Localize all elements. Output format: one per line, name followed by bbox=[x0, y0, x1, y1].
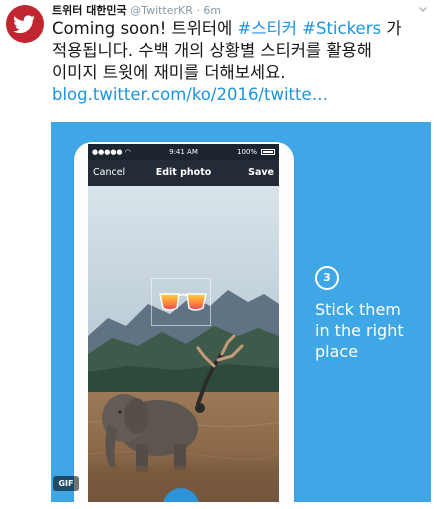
tweet-line-2: 적용됩니다. 수백 개의 상황별 스티커를 활용해 bbox=[52, 41, 372, 60]
phone-status-bar: ●●●●● ◠ 9:41 AM 100% bbox=[88, 144, 279, 160]
tweet-text-segment: Coming soon! 트위터에 bbox=[52, 19, 238, 38]
tweet-link[interactable]: blog.twitter.com/ko/2016/twitte… bbox=[52, 84, 432, 106]
sunglasses-sticker[interactable] bbox=[157, 284, 209, 318]
timestamp[interactable]: 6m bbox=[203, 4, 221, 17]
caption-line-1: Stick them bbox=[315, 300, 401, 319]
avatar[interactable] bbox=[6, 5, 44, 43]
tweet-text-segment: 가 bbox=[381, 19, 402, 38]
tweet-line-1: Coming soon! 트위터에 #스티커 #Stickers 가 bbox=[52, 18, 432, 40]
media-gif[interactable]: ●●●●● ◠ 9:41 AM 100% Cancel Edit photo S… bbox=[51, 122, 431, 502]
separator: · bbox=[196, 4, 200, 17]
phone-screen: ●●●●● ◠ 9:41 AM 100% Cancel Edit photo S… bbox=[88, 144, 279, 502]
step-number-badge: 3 bbox=[315, 266, 339, 290]
chevron-down-icon[interactable] bbox=[418, 4, 428, 14]
tweet[interactable]: 트위터 대한민국 @TwitterKR · 6m Coming soon! 트위… bbox=[0, 0, 437, 509]
photo-elephant-river bbox=[88, 186, 279, 502]
phone-mockup: ●●●●● ◠ 9:41 AM 100% Cancel Edit photo S… bbox=[74, 142, 294, 502]
save-button[interactable]: Save bbox=[248, 160, 274, 186]
edit-photo-nav: Cancel Edit photo Save bbox=[88, 160, 279, 186]
caption-line-3: place bbox=[315, 342, 359, 361]
battery-percent: 100% bbox=[236, 148, 257, 156]
caption-line-2: in the right bbox=[315, 321, 404, 340]
twitter-bird-icon bbox=[13, 15, 35, 34]
display-name[interactable]: 트위터 대한민국 bbox=[52, 4, 127, 17]
tweet-text: Coming soon! 트위터에 #스티커 #Stickers 가 적용됩니다… bbox=[52, 18, 432, 106]
battery-icon bbox=[261, 149, 275, 155]
hashtag-stickers-ko[interactable]: #스티커 bbox=[238, 19, 297, 38]
gif-badge: GIF bbox=[53, 476, 79, 491]
tweet-line-3: 이미지 트윗에 재미를 더해보세요. bbox=[52, 63, 286, 82]
handle[interactable]: @TwitterKR bbox=[130, 4, 193, 17]
tweet-header: 트위터 대한민국 @TwitterKR · 6m bbox=[52, 4, 221, 18]
hashtag-stickers[interactable]: #Stickers bbox=[302, 19, 381, 38]
step-caption: Stick them in the right place bbox=[315, 299, 425, 362]
